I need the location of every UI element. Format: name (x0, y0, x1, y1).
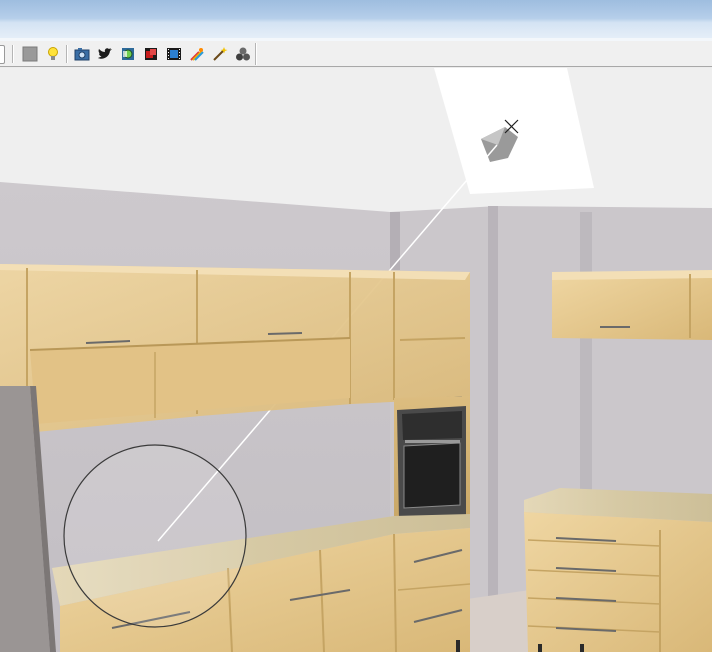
spheres-icon (236, 47, 250, 61)
toolbar-end-separator (255, 43, 257, 65)
red-box-icon (145, 48, 157, 60)
export-button[interactable] (119, 45, 137, 63)
3d-viewport[interactable] (0, 68, 712, 652)
materials-button[interactable] (234, 45, 252, 63)
color-swatch-button[interactable] (21, 45, 39, 63)
magic-wand-icon (213, 47, 228, 61)
right-base-cabinet[interactable] (524, 512, 712, 652)
gray-square-icon (22, 46, 38, 62)
effects-button[interactable] (188, 45, 206, 63)
window-title-bar (0, 0, 712, 41)
twitter-button[interactable] (96, 45, 114, 63)
toolbar-separator (66, 45, 68, 63)
rainbow-brush-icon (190, 48, 204, 61)
globe-export-icon (122, 48, 134, 60)
magic-wand-button[interactable] (211, 45, 229, 63)
film-strip-icon (167, 48, 181, 60)
light-target-circle[interactable] (63, 444, 247, 628)
lightbulb-icon (48, 47, 58, 60)
wall-pillar (488, 206, 498, 652)
wall-edge (390, 212, 400, 270)
twitter-bird-icon (98, 48, 112, 59)
light-button[interactable] (44, 45, 62, 63)
toolbar-overflow-handle[interactable] (0, 45, 5, 64)
film-button[interactable] (165, 45, 183, 63)
toolbar-separator (12, 45, 14, 63)
right-upper-cabinet[interactable] (552, 272, 712, 340)
render-button[interactable] (142, 45, 160, 63)
toolbar (0, 41, 712, 67)
camera-icon (74, 48, 90, 61)
camera-button[interactable] (73, 45, 91, 63)
kitchen-scene (0, 68, 712, 652)
